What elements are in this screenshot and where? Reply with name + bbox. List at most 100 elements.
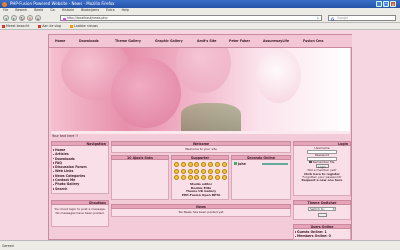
window-titlebar: PHP-Fusion Powered Website - News - Mozi… — [0, 0, 400, 8]
smiley-icon[interactable] — [214, 168, 220, 174]
topnav-amits-site[interactable]: Amit's Site — [197, 39, 216, 43]
status-text: Gereed — [2, 244, 14, 248]
topnav-fusion-cms[interactable]: Fusion Cms — [303, 39, 323, 43]
news-panel: No News has been posted yet — [111, 209, 291, 217]
news-empty-text: No News has been posted yet — [178, 210, 224, 214]
search-box[interactable]: G Google — [328, 15, 396, 22]
firefox-icon — [2, 1, 7, 7]
members-online: Members Online: 0 — [294, 234, 350, 238]
nav-link-search[interactable]: Search — [52, 187, 108, 191]
smiley-icon[interactable] — [174, 175, 179, 180]
minimize-icon[interactable]: _ — [376, 1, 382, 7]
shoutbox-empty-note: No messages have been posted. — [55, 211, 105, 215]
search-placeholder: Google — [337, 16, 349, 20]
go-arrow-icon[interactable]: ▸ — [317, 16, 319, 22]
navigation-toolbar: ◂ ▸ ↻ × ⌂ http://localhost/news.php ▸ G … — [0, 13, 400, 23]
smiley-icon[interactable] — [194, 162, 200, 167]
rss-icon — [69, 24, 73, 28]
smiley-icon[interactable] — [174, 168, 179, 174]
smiley-icon[interactable] — [194, 168, 200, 174]
bookmarks-toolbar: Meest bezocht Aan de slag Laatste nieuws — [0, 23, 400, 30]
status-bar: Gereed — [0, 240, 400, 250]
supporter-text: Studio editor Dooble Elite Theme UK Gall… — [172, 182, 230, 198]
menu-view[interactable]: Beeld — [34, 8, 43, 12]
smiley-grid — [174, 162, 228, 182]
back-icon[interactable]: ◂ — [3, 15, 9, 21]
bookmark-getting-started[interactable]: Aan de slag — [38, 24, 61, 28]
google-icon: G — [331, 17, 335, 22]
menu-bookmarks[interactable]: Bladwijzers — [81, 8, 99, 12]
stop-icon[interactable]: × — [27, 15, 33, 21]
smiley-icon[interactable] — [221, 175, 227, 180]
bookmark-latest-news[interactable]: Laatste nieuws — [69, 24, 98, 28]
password-label: Password — [314, 152, 329, 157]
users-online-panel: Guests Online: 1 Members Online: 0 — [293, 229, 351, 240]
menu-edit[interactable]: Bewerk — [15, 8, 27, 12]
window-title: PHP-Fusion Powered Website - News - Mozi… — [10, 1, 115, 6]
smiley-icon[interactable] — [208, 162, 213, 167]
welcome-text: Welcome to your site — [185, 147, 217, 151]
address-url: http://localhost/news.php — [67, 16, 108, 20]
bookmark-icon — [38, 24, 42, 28]
online-user-name[interactable]: Johe — [238, 162, 246, 166]
topnav-home[interactable]: Home — [55, 39, 65, 43]
topnav-peter-faber[interactable]: Peter Faber — [229, 39, 250, 43]
site-container: Home Downloads Theme Gallery Graphic Gal… — [48, 34, 352, 240]
forward-icon[interactable]: ▸ — [11, 15, 17, 21]
menu-history[interactable]: Historie — [62, 8, 74, 12]
smiley-icon[interactable] — [214, 162, 220, 167]
smiley-icon[interactable] — [180, 175, 186, 180]
menu-tools[interactable]: Extra — [106, 8, 114, 12]
ajax-links-panel — [111, 160, 169, 200]
theme-go-button[interactable] — [317, 212, 327, 217]
forgot-link[interactable]: Request a new one here — [294, 178, 350, 182]
theme-select[interactable]: Switch to: ▾ — [308, 207, 336, 211]
onlines-panel: Johe — [231, 160, 291, 200]
topnav-assurewaylife[interactable]: AssurewayLife — [263, 39, 289, 43]
topnav-graphic-gallery[interactable]: Graphic Gallery — [155, 39, 183, 43]
smiley-icon[interactable] — [187, 162, 193, 167]
smiley-icon[interactable] — [201, 162, 207, 167]
welcome-panel: Welcome to your site — [111, 146, 291, 153]
address-bar[interactable]: http://localhost/news.php ▸ — [60, 15, 322, 21]
menu-go[interactable]: Ga — [50, 8, 54, 12]
theme-select-value: Switch to: — [310, 207, 325, 211]
maximize-icon[interactable]: □ — [383, 1, 389, 7]
remember-checkbox[interactable] — [309, 160, 312, 163]
smiley-icon[interactable] — [194, 175, 200, 180]
theme-switcher-panel: Switch to: ▾ — [293, 205, 351, 220]
smiley-icon[interactable] — [201, 175, 207, 180]
header-banner-image — [51, 48, 350, 131]
menu-help[interactable]: Help — [122, 8, 129, 12]
smiley-icon[interactable] — [221, 162, 227, 167]
smiley-icon[interactable] — [180, 162, 186, 167]
smiley-icon[interactable] — [208, 168, 213, 174]
user-online-icon — [234, 162, 237, 165]
topnav-downloads[interactable]: Downloads — [79, 39, 99, 43]
remember-label: Remember Me — [312, 159, 335, 164]
menu-file[interactable]: File — [3, 8, 8, 12]
smiley-icon[interactable] — [187, 175, 193, 180]
smiley-icon[interactable] — [214, 175, 220, 180]
login-panel: Username Password Remember Me Login Not … — [293, 146, 351, 196]
bookmark-most-visited[interactable]: Meest bezocht — [2, 24, 29, 28]
smiley-icon[interactable] — [208, 175, 213, 180]
smiley-icon[interactable] — [201, 168, 207, 174]
reload-icon[interactable]: ↻ — [19, 15, 25, 21]
close-icon[interactable]: × — [390, 1, 396, 7]
smiley-icon[interactable] — [187, 168, 193, 174]
site-topnav: Home Downloads Theme Gallery Graphic Gal… — [49, 35, 352, 48]
welcome-text-bar: Your text here !! — [51, 134, 350, 139]
smiley-icon[interactable] — [221, 168, 227, 174]
home-icon[interactable]: ⌂ — [35, 15, 41, 21]
chevron-down-icon: ▾ — [332, 207, 335, 211]
username-label: Username — [314, 146, 330, 150]
remember-me[interactable]: Remember Me — [294, 159, 350, 165]
topnav-theme-gallery[interactable]: Theme Gallery — [115, 39, 141, 43]
online-activity-bar — [262, 162, 288, 165]
supporter-panel: Studio editor Dooble Elite Theme UK Gall… — [171, 160, 229, 200]
smiley-icon[interactable] — [174, 162, 179, 167]
smiley-icon[interactable] — [180, 168, 186, 174]
site-favicon — [62, 17, 66, 21]
supporter-line-4[interactable]: PHP-Fusion Open BETA — [172, 193, 230, 198]
